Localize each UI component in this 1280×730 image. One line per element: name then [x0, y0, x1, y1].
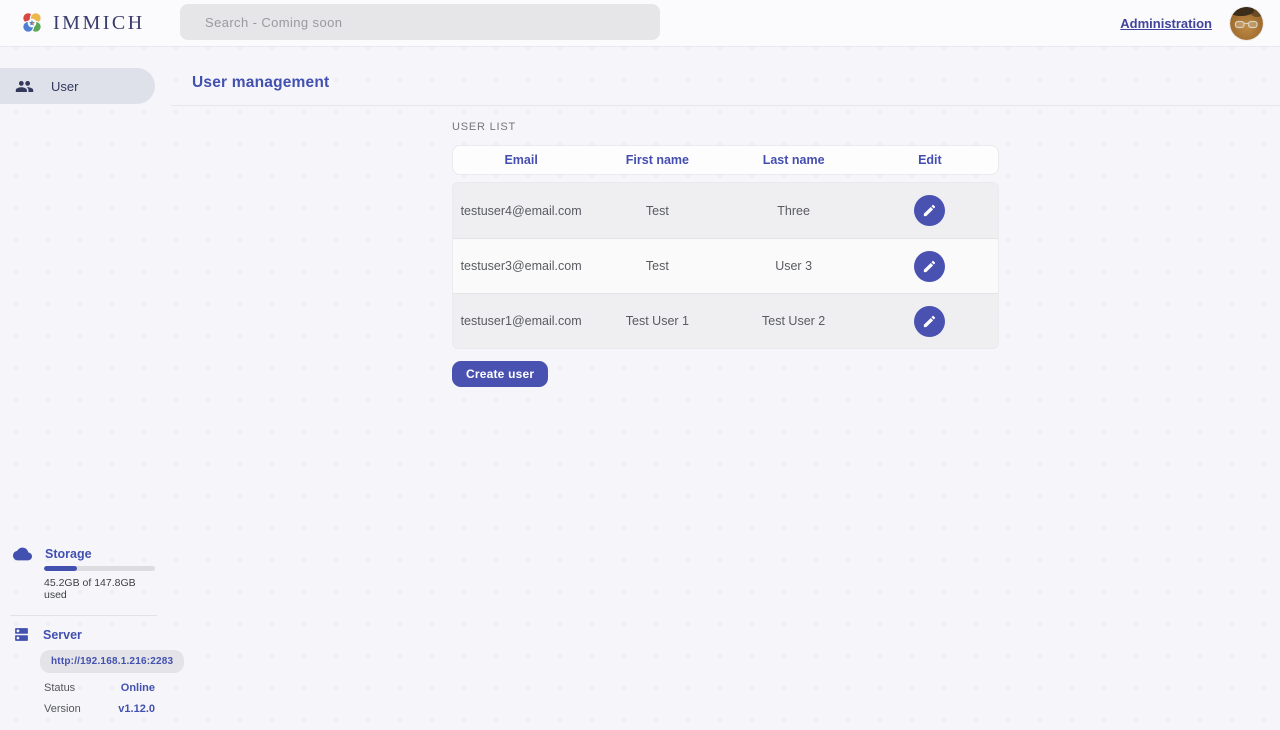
users-icon: [15, 77, 34, 96]
user-table: testuser4@email.com Test Three testuser3…: [452, 182, 999, 349]
cell-first-name: Test: [589, 259, 725, 273]
version-label: Version: [44, 703, 81, 715]
page-header: User management: [171, 47, 1280, 106]
main-content: User management USER LIST Email First na…: [171, 47, 1280, 730]
status-value: Online: [121, 682, 155, 694]
cell-last-name: Test User 2: [726, 314, 862, 328]
cell-email: testuser1@email.com: [453, 314, 589, 328]
column-header-email: Email: [453, 153, 589, 167]
sidebar-status-panel: Storage 45.2GB of 147.8GB used Server ht…: [0, 547, 155, 730]
server-title: Server: [43, 628, 82, 642]
table-row: testuser4@email.com Test Three: [453, 183, 998, 238]
table-row: testuser3@email.com Test User 3: [453, 238, 998, 293]
avatar[interactable]: [1230, 7, 1263, 40]
create-user-button[interactable]: Create user: [452, 361, 548, 387]
pencil-icon: [922, 314, 937, 329]
search-input[interactable]: [180, 4, 660, 40]
server-version-row: Version v1.12.0: [44, 703, 155, 715]
server-url-badge[interactable]: http://192.168.1.216:2283: [40, 650, 184, 673]
status-label: Status: [44, 682, 75, 694]
cell-email: testuser3@email.com: [453, 259, 589, 273]
cell-first-name: Test: [589, 204, 725, 218]
immich-logo-icon: [19, 10, 45, 36]
table-row: testuser1@email.com Test User 1 Test Use…: [453, 293, 998, 348]
pencil-icon: [922, 259, 937, 274]
administration-link[interactable]: Administration: [1120, 16, 1212, 31]
user-list-section: USER LIST Email First name Last name Edi…: [452, 121, 999, 387]
sidebar-divider: [10, 615, 157, 616]
column-header-edit: Edit: [862, 153, 998, 167]
sidebar-item-user[interactable]: User: [0, 68, 155, 104]
topbar-right: Administration: [1120, 7, 1280, 40]
pencil-icon: [922, 203, 937, 218]
version-value: v1.12.0: [118, 703, 155, 715]
section-label: USER LIST: [452, 121, 999, 133]
server-icon: [13, 626, 30, 643]
column-header-first-name: First name: [589, 153, 725, 167]
storage-usage-text: 45.2GB of 147.8GB used: [44, 577, 155, 601]
cloud-icon: [13, 547, 32, 561]
top-bar: IMMICH Administration: [0, 0, 1280, 47]
search-bar: [180, 4, 660, 40]
server-status-row: Status Online: [44, 682, 155, 694]
edit-user-button[interactable]: [914, 195, 945, 226]
server-header: Server: [13, 626, 155, 643]
storage-header: Storage: [13, 547, 155, 561]
cell-first-name: Test User 1: [589, 314, 725, 328]
edit-user-button[interactable]: [914, 306, 945, 337]
cell-last-name: Three: [726, 204, 862, 218]
brand-name: IMMICH: [53, 12, 145, 35]
table-header: Email First name Last name Edit: [452, 145, 999, 175]
storage-progress-fill: [44, 566, 77, 571]
cell-email: testuser4@email.com: [453, 204, 589, 218]
sidebar-item-label: User: [51, 79, 78, 94]
page-title: User management: [192, 74, 329, 92]
sidebar: User Storage 45.2GB of 147.8GB used Serv…: [0, 47, 171, 730]
storage-title: Storage: [45, 547, 92, 561]
home-link[interactable]: IMMICH: [0, 10, 145, 36]
edit-user-button[interactable]: [914, 251, 945, 282]
avatar-image: [1230, 7, 1263, 40]
storage-progress-bar: [44, 566, 155, 571]
cell-last-name: User 3: [726, 259, 862, 273]
column-header-last-name: Last name: [726, 153, 862, 167]
